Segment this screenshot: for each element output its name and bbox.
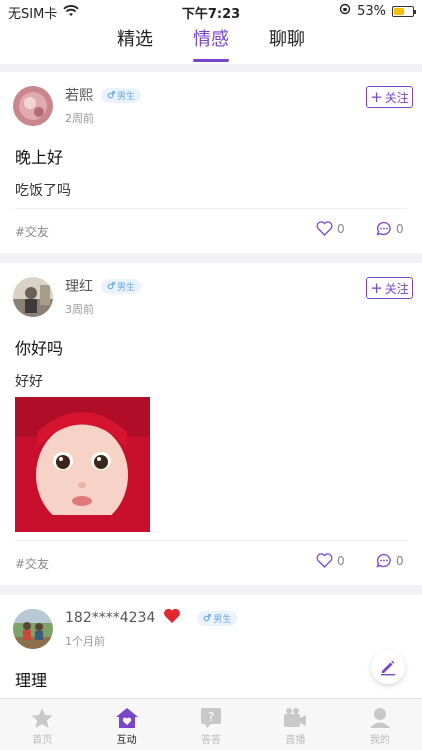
battery-icon [392, 5, 416, 17]
male-icon [203, 614, 212, 622]
status-bar: 无SIM卡 下午7:23 53% [0, 0, 422, 22]
username[interactable]: 若熙 [65, 85, 93, 105]
avatar[interactable] [13, 86, 53, 126]
nav-live[interactable]: 直播 [253, 699, 337, 750]
post-time: 1个月前 [65, 635, 105, 648]
gender-badge: 男生 [197, 610, 238, 626]
nav-home[interactable]: 首页 [0, 699, 84, 750]
post-content: 吃饭了吗 [15, 183, 71, 199]
compose-button[interactable] [371, 650, 405, 684]
post-tag[interactable]: #交友 [15, 555, 49, 572]
follow-button[interactable]: + 关注 [366, 86, 413, 108]
post-title: 晚上好 [15, 148, 64, 167]
male-icon [107, 282, 115, 290]
comment-icon [376, 553, 391, 568]
svg-text:?: ? [208, 710, 214, 724]
post-photo[interactable] [15, 397, 150, 532]
gender-badge: 男生 [101, 87, 142, 103]
post-title: 理理 [15, 671, 48, 690]
comment-icon [376, 221, 391, 236]
tab-emotion[interactable]: 情感 [193, 22, 229, 64]
nav-answer[interactable]: ? 答答 [169, 699, 253, 750]
post-tag[interactable]: #交友 [15, 223, 49, 240]
plus-icon: + [370, 87, 383, 106]
rotation-lock-icon [339, 3, 351, 19]
user-icon [369, 708, 390, 728]
battery-percent: 53% [357, 3, 386, 19]
post-content: 好好 [15, 374, 43, 390]
nav-mine[interactable]: 我的 [338, 699, 422, 750]
post-time: 3周前 [65, 303, 94, 316]
heart-emoji-icon [163, 608, 181, 628]
avatar[interactable] [13, 609, 53, 649]
tab-featured[interactable]: 精选 [117, 22, 153, 64]
post-time: 2周前 [65, 112, 94, 125]
heart-icon [316, 221, 333, 236]
male-icon [107, 91, 115, 99]
post-feed: 若熙 男生 2周前 + 关注 晚上好 吃饭了吗 #交友 0 0 理红 男生 3周… [0, 72, 422, 733]
comment-button[interactable]: 0 [376, 553, 404, 568]
tab-chat[interactable]: 聊聊 [269, 22, 305, 64]
avatar[interactable] [13, 277, 53, 317]
heart-icon [316, 553, 333, 568]
comment-button[interactable]: 0 [376, 221, 404, 236]
gender-badge: 男生 [101, 278, 142, 294]
like-button[interactable]: 0 [316, 221, 345, 236]
home-heart-icon [115, 708, 138, 728]
post-card[interactable]: 理红 男生 3周前 + 关注 你好吗 好好 #交友 0 0 [0, 263, 422, 585]
video-icon [284, 708, 307, 727]
star-icon [31, 708, 53, 728]
question-icon: ? [201, 708, 222, 728]
top-tabs: 精选 情感 聊聊 [0, 22, 422, 64]
nav-interact[interactable]: 互动 [84, 699, 168, 750]
post-title: 你好吗 [15, 339, 64, 358]
plus-icon: + [370, 278, 383, 297]
username[interactable]: 182****4234 [65, 610, 155, 626]
bottom-nav: 首页 互动 ? 答答 直播 我的 [0, 698, 422, 750]
follow-button[interactable]: + 关注 [366, 277, 413, 299]
like-button[interactable]: 0 [316, 553, 345, 568]
username[interactable]: 理红 [65, 276, 93, 296]
post-card[interactable]: 若熙 男生 2周前 + 关注 晚上好 吃饭了吗 #交友 0 0 [0, 72, 422, 253]
pencil-icon [381, 660, 395, 676]
